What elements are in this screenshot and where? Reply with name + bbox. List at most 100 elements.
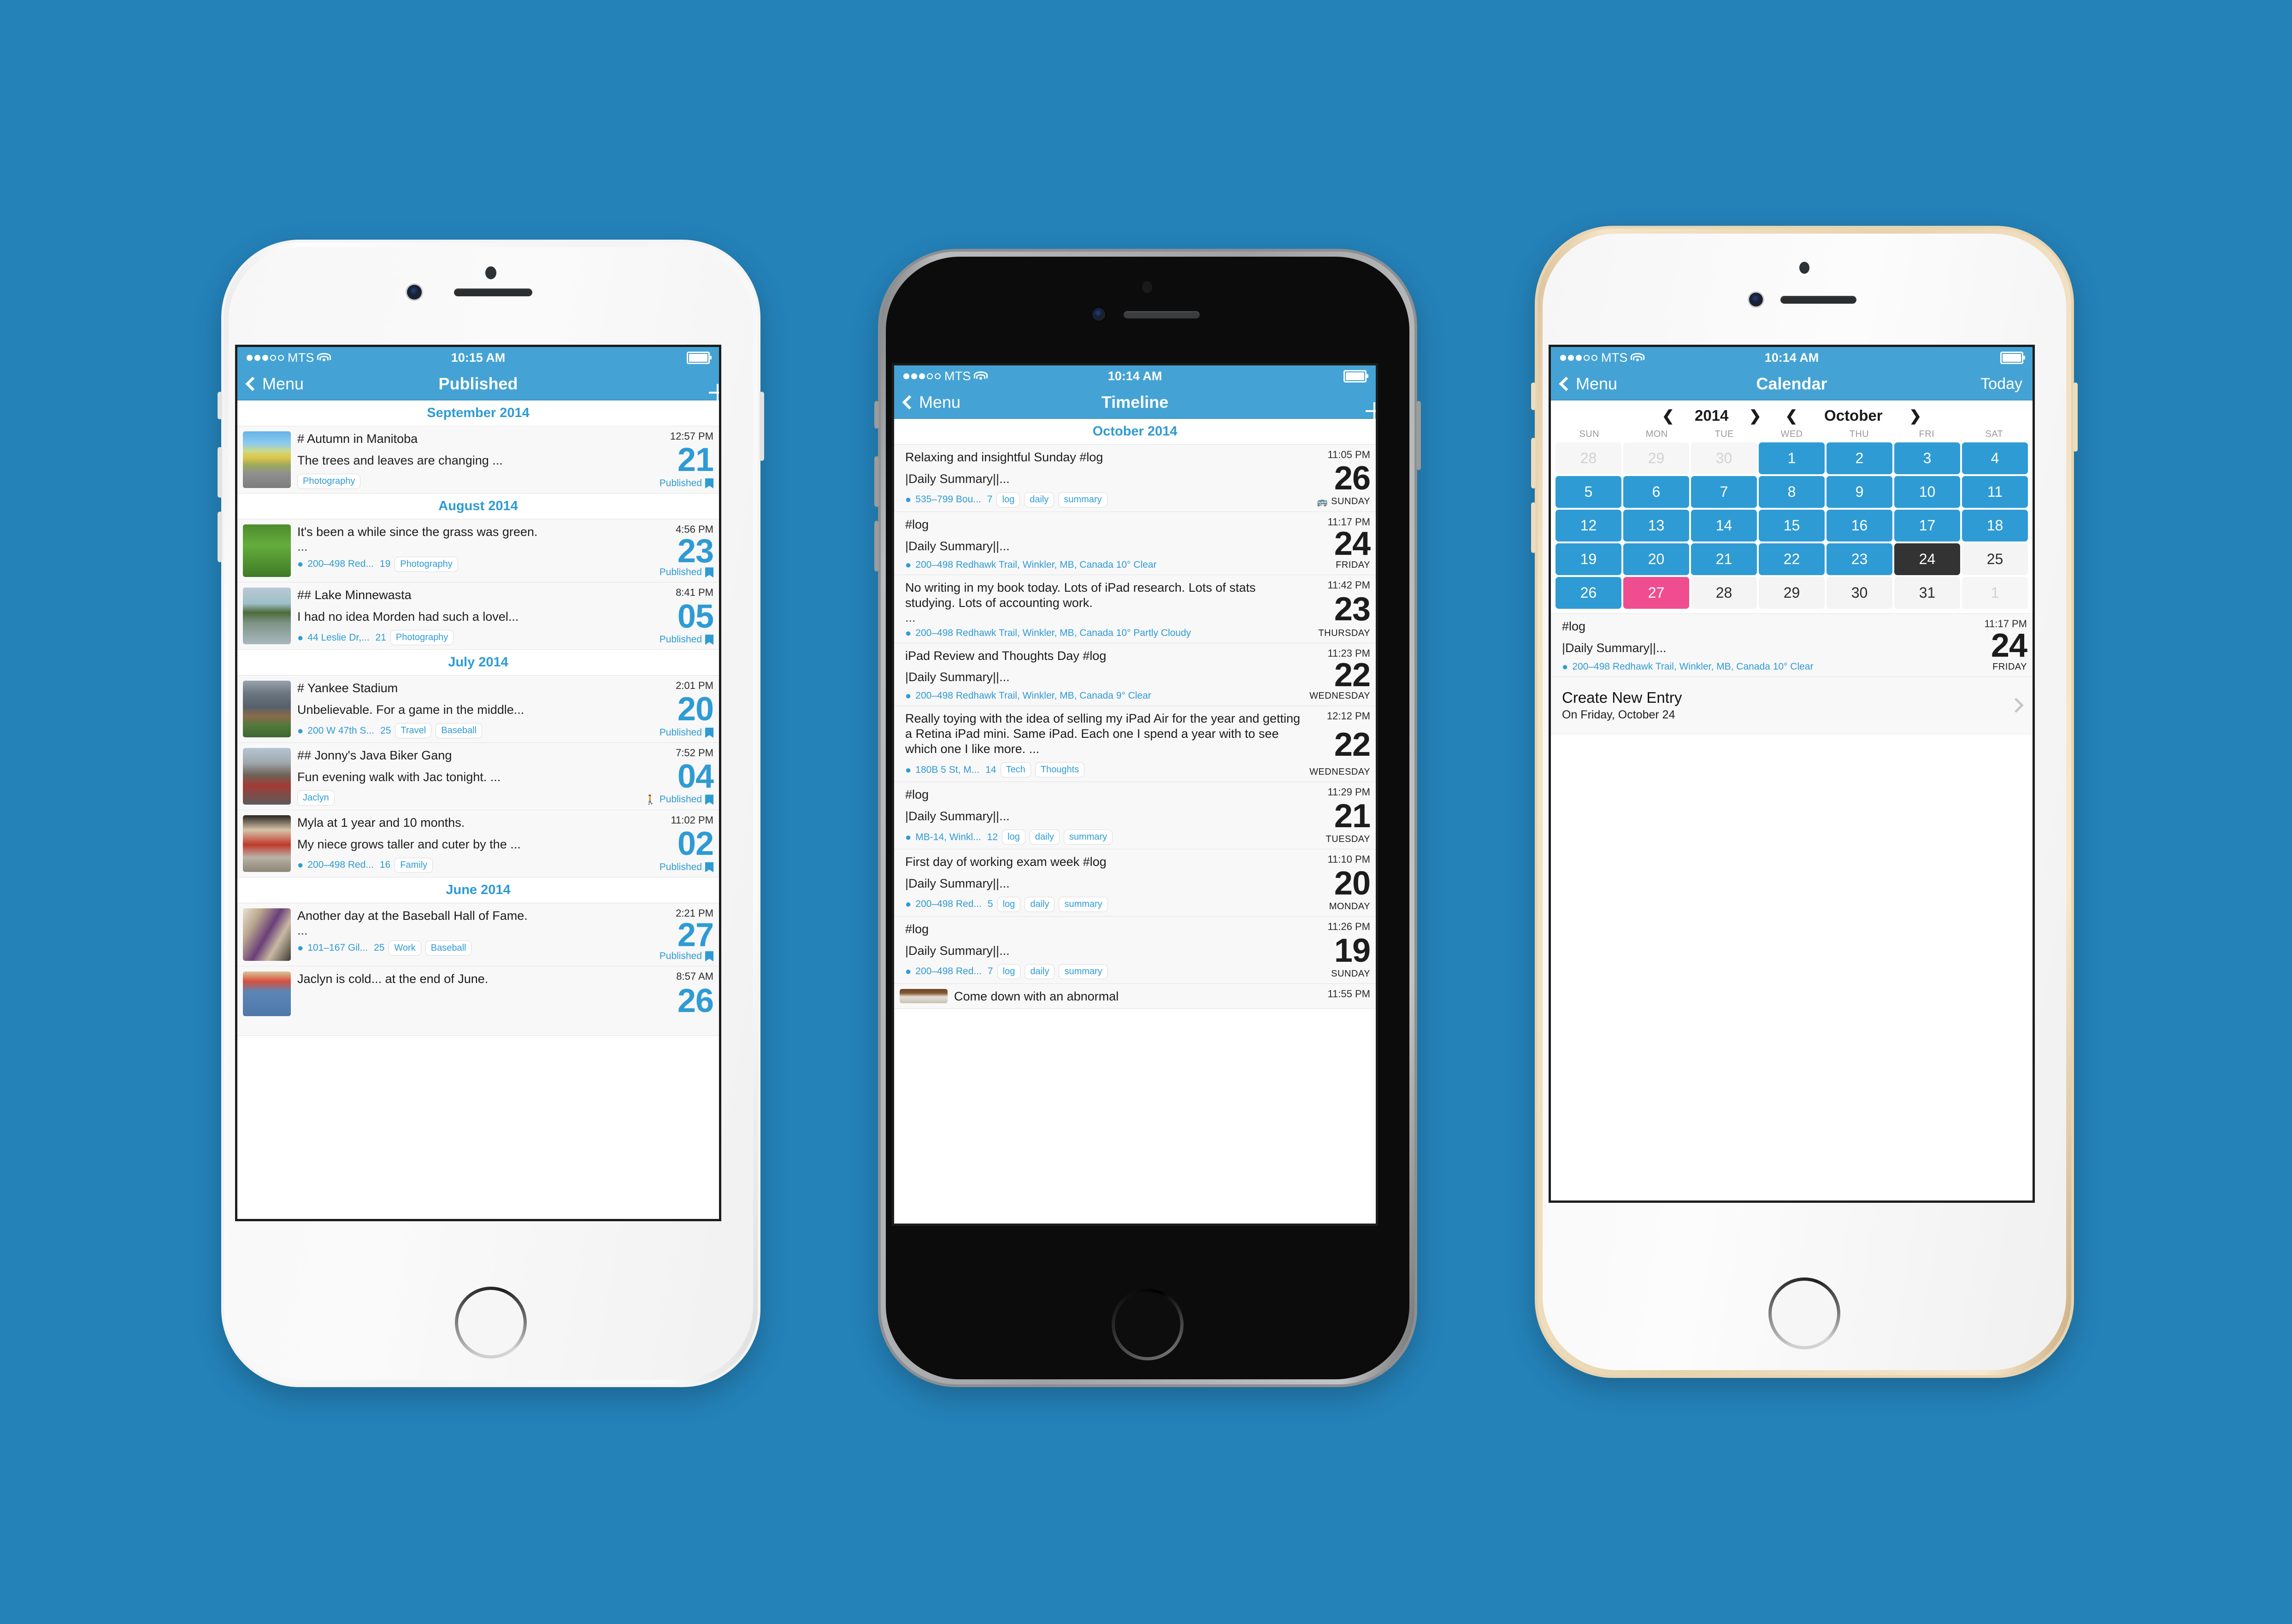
entry-tag[interactable]: log [997, 964, 1021, 979]
table-row[interactable]: # Autumn in Manitoba The trees and leave… [237, 426, 719, 494]
calendar-day-cell[interactable]: 20 [1623, 543, 1689, 575]
calendar-day-cell[interactable]: 23 [1827, 543, 1892, 575]
calendar-day-cell[interactable]: 4 [1962, 442, 2028, 474]
home-button[interactable] [1112, 1289, 1184, 1360]
table-row[interactable]: It's been a while since the grass was gr… [237, 519, 719, 583]
calendar-day-cell[interactable]: 15 [1759, 510, 1825, 541]
table-row[interactable]: ## Jonny's Java Biker Gang Fun evening w… [237, 743, 719, 810]
day-entry-row[interactable]: #log |Daily Summary||... ● 200–498 Redha… [1551, 613, 2033, 677]
entry-tag[interactable]: Travel [395, 723, 432, 739]
menu-back-button[interactable]: Menu [245, 374, 304, 394]
calendar-day-cell[interactable]: 27 [1623, 577, 1689, 609]
silent-switch[interactable] [1531, 382, 1536, 410]
entry-tag[interactable]: log [1002, 830, 1025, 845]
calendar-day-cell[interactable]: 28 [1555, 442, 1621, 474]
entry-tag[interactable]: Tech [1000, 762, 1031, 778]
calendar-day-cell[interactable]: 1 [1962, 577, 2028, 609]
table-row[interactable]: #log |Daily Summary||... ● 200–498 Redha… [894, 512, 1376, 575]
create-new-entry-button[interactable]: Create New Entry On Friday, October 24 [1551, 677, 2033, 734]
calendar-day-cell[interactable]: 3 [1894, 442, 1960, 474]
table-row[interactable]: First day of working exam week #log |Dai… [894, 849, 1376, 917]
volume-up-button[interactable] [1531, 438, 1536, 488]
table-row[interactable]: iPad Review and Thoughts Day #log |Daily… [894, 643, 1376, 706]
entry-tag[interactable]: daily [1029, 830, 1060, 845]
entry-tag[interactable]: summary [1063, 830, 1113, 845]
calendar-day-cell[interactable]: 7 [1691, 476, 1757, 508]
calendar-day-cell[interactable]: 2 [1827, 442, 1892, 474]
next-year-button[interactable]: ❯ [1749, 408, 1762, 423]
entry-tag[interactable]: Photography [390, 630, 454, 646]
calendar-day-cell[interactable]: 14 [1691, 510, 1757, 541]
calendar-day-cell[interactable]: 9 [1827, 476, 1892, 508]
volume-down-button[interactable] [1531, 502, 1536, 553]
entry-tag[interactable]: log [996, 492, 1020, 507]
calendar-day-cell[interactable]: 13 [1623, 510, 1689, 541]
table-row[interactable]: Come down with an abnormal 11:55 PM [894, 983, 1376, 1009]
menu-back-button[interactable]: Menu [1559, 374, 1617, 394]
home-button[interactable] [455, 1287, 527, 1359]
calendar-day-cell[interactable]: 11 [1962, 476, 2028, 508]
table-row[interactable]: Really toying with the idea of selling m… [894, 706, 1376, 783]
entry-tag[interactable]: summary [1059, 964, 1108, 979]
calendar-day-cell[interactable]: 29 [1759, 577, 1825, 609]
table-row[interactable]: Myla at 1 year and 10 months. My niece g… [237, 810, 719, 877]
volume-down-button[interactable] [218, 512, 222, 562]
calendar-day-cell[interactable]: 21 [1691, 543, 1757, 575]
prev-year-button[interactable]: ❮ [1662, 408, 1674, 423]
power-button[interactable] [2073, 382, 2078, 452]
volume-down-button[interactable] [874, 521, 879, 571]
calendar-day-cell[interactable]: 25 [1962, 543, 2028, 575]
calendar-day-cell[interactable]: 19 [1555, 543, 1621, 575]
prev-month-button[interactable]: ❮ [1785, 408, 1798, 423]
calendar-day-cell[interactable]: 16 [1827, 510, 1892, 541]
calendar-day-cell[interactable]: 6 [1623, 476, 1689, 508]
today-button[interactable]: Today [1980, 375, 2022, 393]
power-button[interactable] [1416, 401, 1421, 470]
calendar-day-cell[interactable]: 30 [1827, 577, 1892, 609]
entry-tag[interactable]: Thoughts [1035, 762, 1085, 778]
volume-up-button[interactable] [874, 456, 879, 507]
entry-tag[interactable]: Baseball [436, 723, 482, 739]
volume-up-button[interactable] [218, 447, 222, 498]
calendar-day-cell[interactable]: 31 [1894, 577, 1960, 609]
entry-tag[interactable]: daily [1025, 964, 1055, 979]
entry-tag[interactable]: Family [395, 857, 433, 873]
entry-tag[interactable]: Jaclyn [297, 790, 335, 806]
table-row[interactable]: ## Lake Minnewasta I had no idea Morden … [237, 583, 719, 650]
silent-switch[interactable] [874, 401, 879, 429]
entry-tag[interactable]: summary [1058, 492, 1108, 507]
calendar-day-cell[interactable]: 17 [1894, 510, 1960, 541]
entry-tag[interactable]: summary [1059, 896, 1108, 912]
calendar-day-cell[interactable]: 24 [1894, 543, 1960, 575]
calendar-day-cell[interactable]: 8 [1759, 476, 1825, 508]
power-button[interactable] [760, 392, 764, 461]
table-row[interactable]: #log |Daily Summary||... ● MB-14, Winkl.… [894, 782, 1376, 850]
calendar-day-cell[interactable]: 26 [1555, 577, 1621, 609]
home-button[interactable] [1768, 1277, 1840, 1349]
calendar-day-cell[interactable]: 28 [1691, 577, 1757, 609]
calendar-day-cell[interactable]: 30 [1691, 442, 1757, 474]
table-row[interactable]: # Yankee Stadium Unbelievable. For a gam… [237, 676, 719, 743]
entry-tag[interactable]: Photography [297, 473, 361, 489]
entry-tag[interactable]: Baseball [425, 940, 472, 956]
next-month-button[interactable]: ❯ [1909, 408, 1921, 423]
table-row[interactable]: Relaxing and insightful Sunday #log |Dai… [894, 445, 1376, 512]
calendar-day-cell[interactable]: 22 [1759, 543, 1825, 575]
calendar-day-cell[interactable]: 1 [1759, 442, 1825, 474]
table-row[interactable]: Jaclyn is cold... at the end of June. 8:… [237, 966, 719, 1036]
calendar-day-cell[interactable]: 5 [1555, 476, 1621, 508]
entry-tag[interactable]: log [997, 896, 1021, 912]
silent-switch[interactable] [218, 392, 222, 419]
entry-tag[interactable]: Photography [395, 556, 458, 572]
calendar-day-cell[interactable]: 12 [1555, 510, 1621, 541]
table-row[interactable]: Another day at the Baseball Hall of Fame… [237, 903, 719, 967]
entry-tag[interactable]: Work [389, 940, 421, 956]
entry-tag[interactable]: daily [1025, 896, 1055, 912]
calendar-day-cell[interactable]: 18 [1962, 510, 2028, 541]
entry-tag[interactable]: daily [1024, 492, 1055, 507]
calendar-day-cell[interactable]: 29 [1623, 442, 1689, 474]
table-row[interactable]: #log |Daily Summary||... ● 200–498 Red..… [894, 916, 1376, 984]
calendar-day-cell[interactable]: 10 [1894, 476, 1960, 508]
menu-back-button[interactable]: Menu [902, 393, 960, 412]
table-row[interactable]: No writing in my book today. Lots of iPa… [894, 575, 1376, 643]
